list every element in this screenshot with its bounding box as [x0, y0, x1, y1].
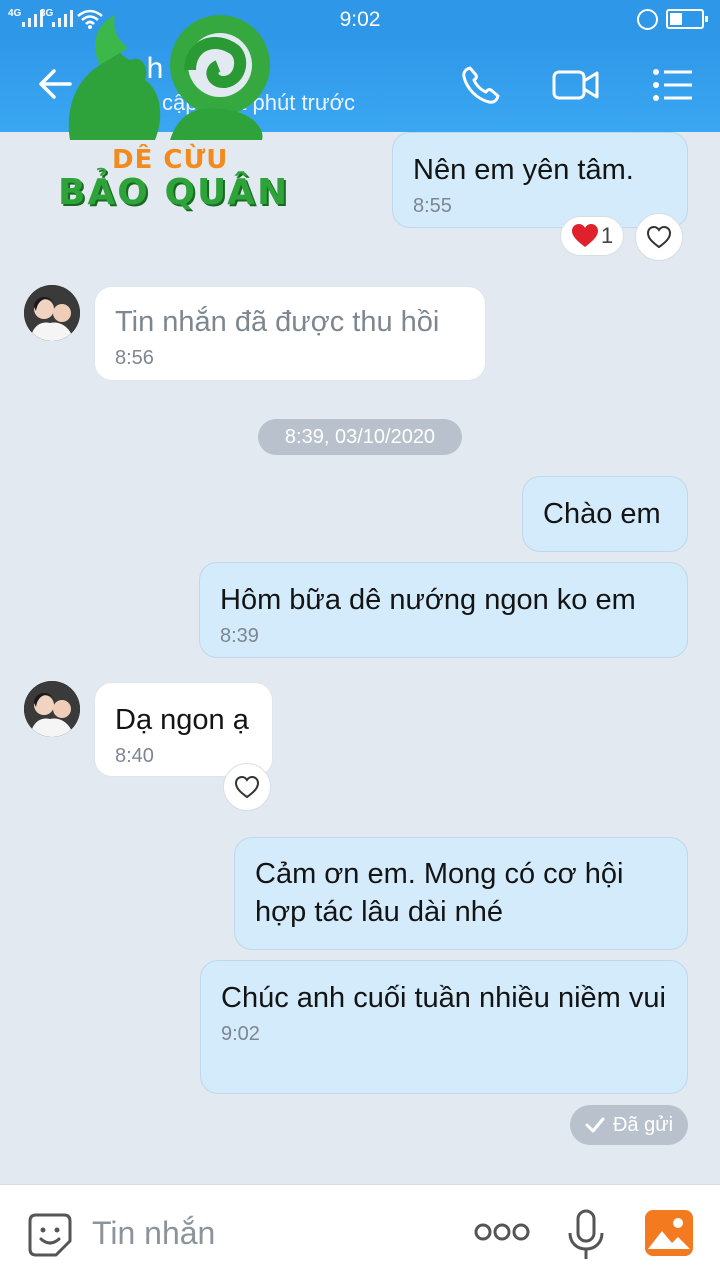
list-menu-icon[interactable] — [648, 60, 698, 110]
video-camera-icon[interactable] — [551, 60, 601, 110]
message-bubble-outgoing[interactable]: Chào em — [522, 476, 688, 552]
watermark-line-2: BẢO QUÂN — [58, 172, 290, 213]
avatar-photo — [24, 681, 80, 737]
watermark-logo: DÊ CỪU BẢO QUÂN — [40, 10, 290, 215]
react-button[interactable] — [635, 213, 683, 261]
message-text: Hôm bữa dê nướng ngon ko em — [220, 584, 636, 616]
message-bubble-outgoing[interactable]: Cảm ơn em. Mong có cơ hội hợp tác lâu dà… — [234, 837, 688, 950]
heart-outline-icon — [646, 225, 672, 249]
sent-status-badge: Đã gửi — [570, 1105, 688, 1145]
message-bubble-outgoing[interactable]: Hôm bữa dê nướng ngon ko em 8:39 — [199, 562, 688, 658]
avatar[interactable] — [24, 681, 80, 737]
message-time: 8:55 — [413, 195, 452, 217]
avatar-photo — [24, 285, 80, 341]
watermark-line-1: DÊ CỪU — [112, 145, 229, 175]
sent-status-label: Đã gửi — [612, 1113, 674, 1136]
goat-logo-icon — [68, 15, 270, 140]
heart-outline-icon — [234, 775, 260, 799]
message-text: Chúc anh cuối tuần nhiều niềm vui — [221, 982, 666, 1014]
message-time: 9:02 — [221, 1023, 260, 1045]
message-time: 8:56 — [115, 347, 154, 369]
message-input-bar: Tin nhắn — [0, 1184, 720, 1280]
message-time: 8:40 — [115, 745, 154, 767]
message-input[interactable]: Tin nhắn — [92, 1215, 215, 1252]
phone-icon[interactable] — [456, 60, 506, 110]
reaction-count: 1 — [601, 223, 614, 248]
message-text: Nên em yên tâm. — [413, 154, 634, 186]
sticker-icon[interactable] — [26, 1211, 74, 1259]
message-text: Tin nhắn đã được thu hồi — [115, 306, 440, 338]
message-bubble-incoming[interactable]: Tin nhắn đã được thu hồi 8:56 — [94, 286, 486, 381]
message-time: 8:39 — [220, 625, 259, 647]
more-dots-icon[interactable] — [474, 1221, 530, 1243]
message-text: Dạ ngon ạ — [115, 704, 249, 736]
reaction-summary[interactable]: 1 — [560, 216, 625, 256]
date-separator: 8:39, 03/10/2020 — [258, 419, 462, 455]
check-icon — [585, 1117, 605, 1133]
rotation-lock-icon — [637, 9, 658, 30]
battery-icon — [666, 9, 708, 29]
microphone-icon[interactable] — [566, 1209, 606, 1261]
avatar[interactable] — [24, 285, 80, 341]
image-icon[interactable] — [644, 1209, 694, 1257]
message-text: Chào em — [543, 498, 661, 530]
heart-reaction-icon — [572, 224, 598, 247]
message-bubble-outgoing[interactable]: Nên em yên tâm. 8:55 — [392, 132, 688, 228]
react-button[interactable] — [223, 763, 271, 811]
message-text: Cảm ơn em. Mong có cơ hội hợp tác lâu dà… — [255, 858, 624, 928]
message-bubble-outgoing[interactable]: Chúc anh cuối tuần nhiều niềm vui 9:02 — [200, 960, 688, 1094]
